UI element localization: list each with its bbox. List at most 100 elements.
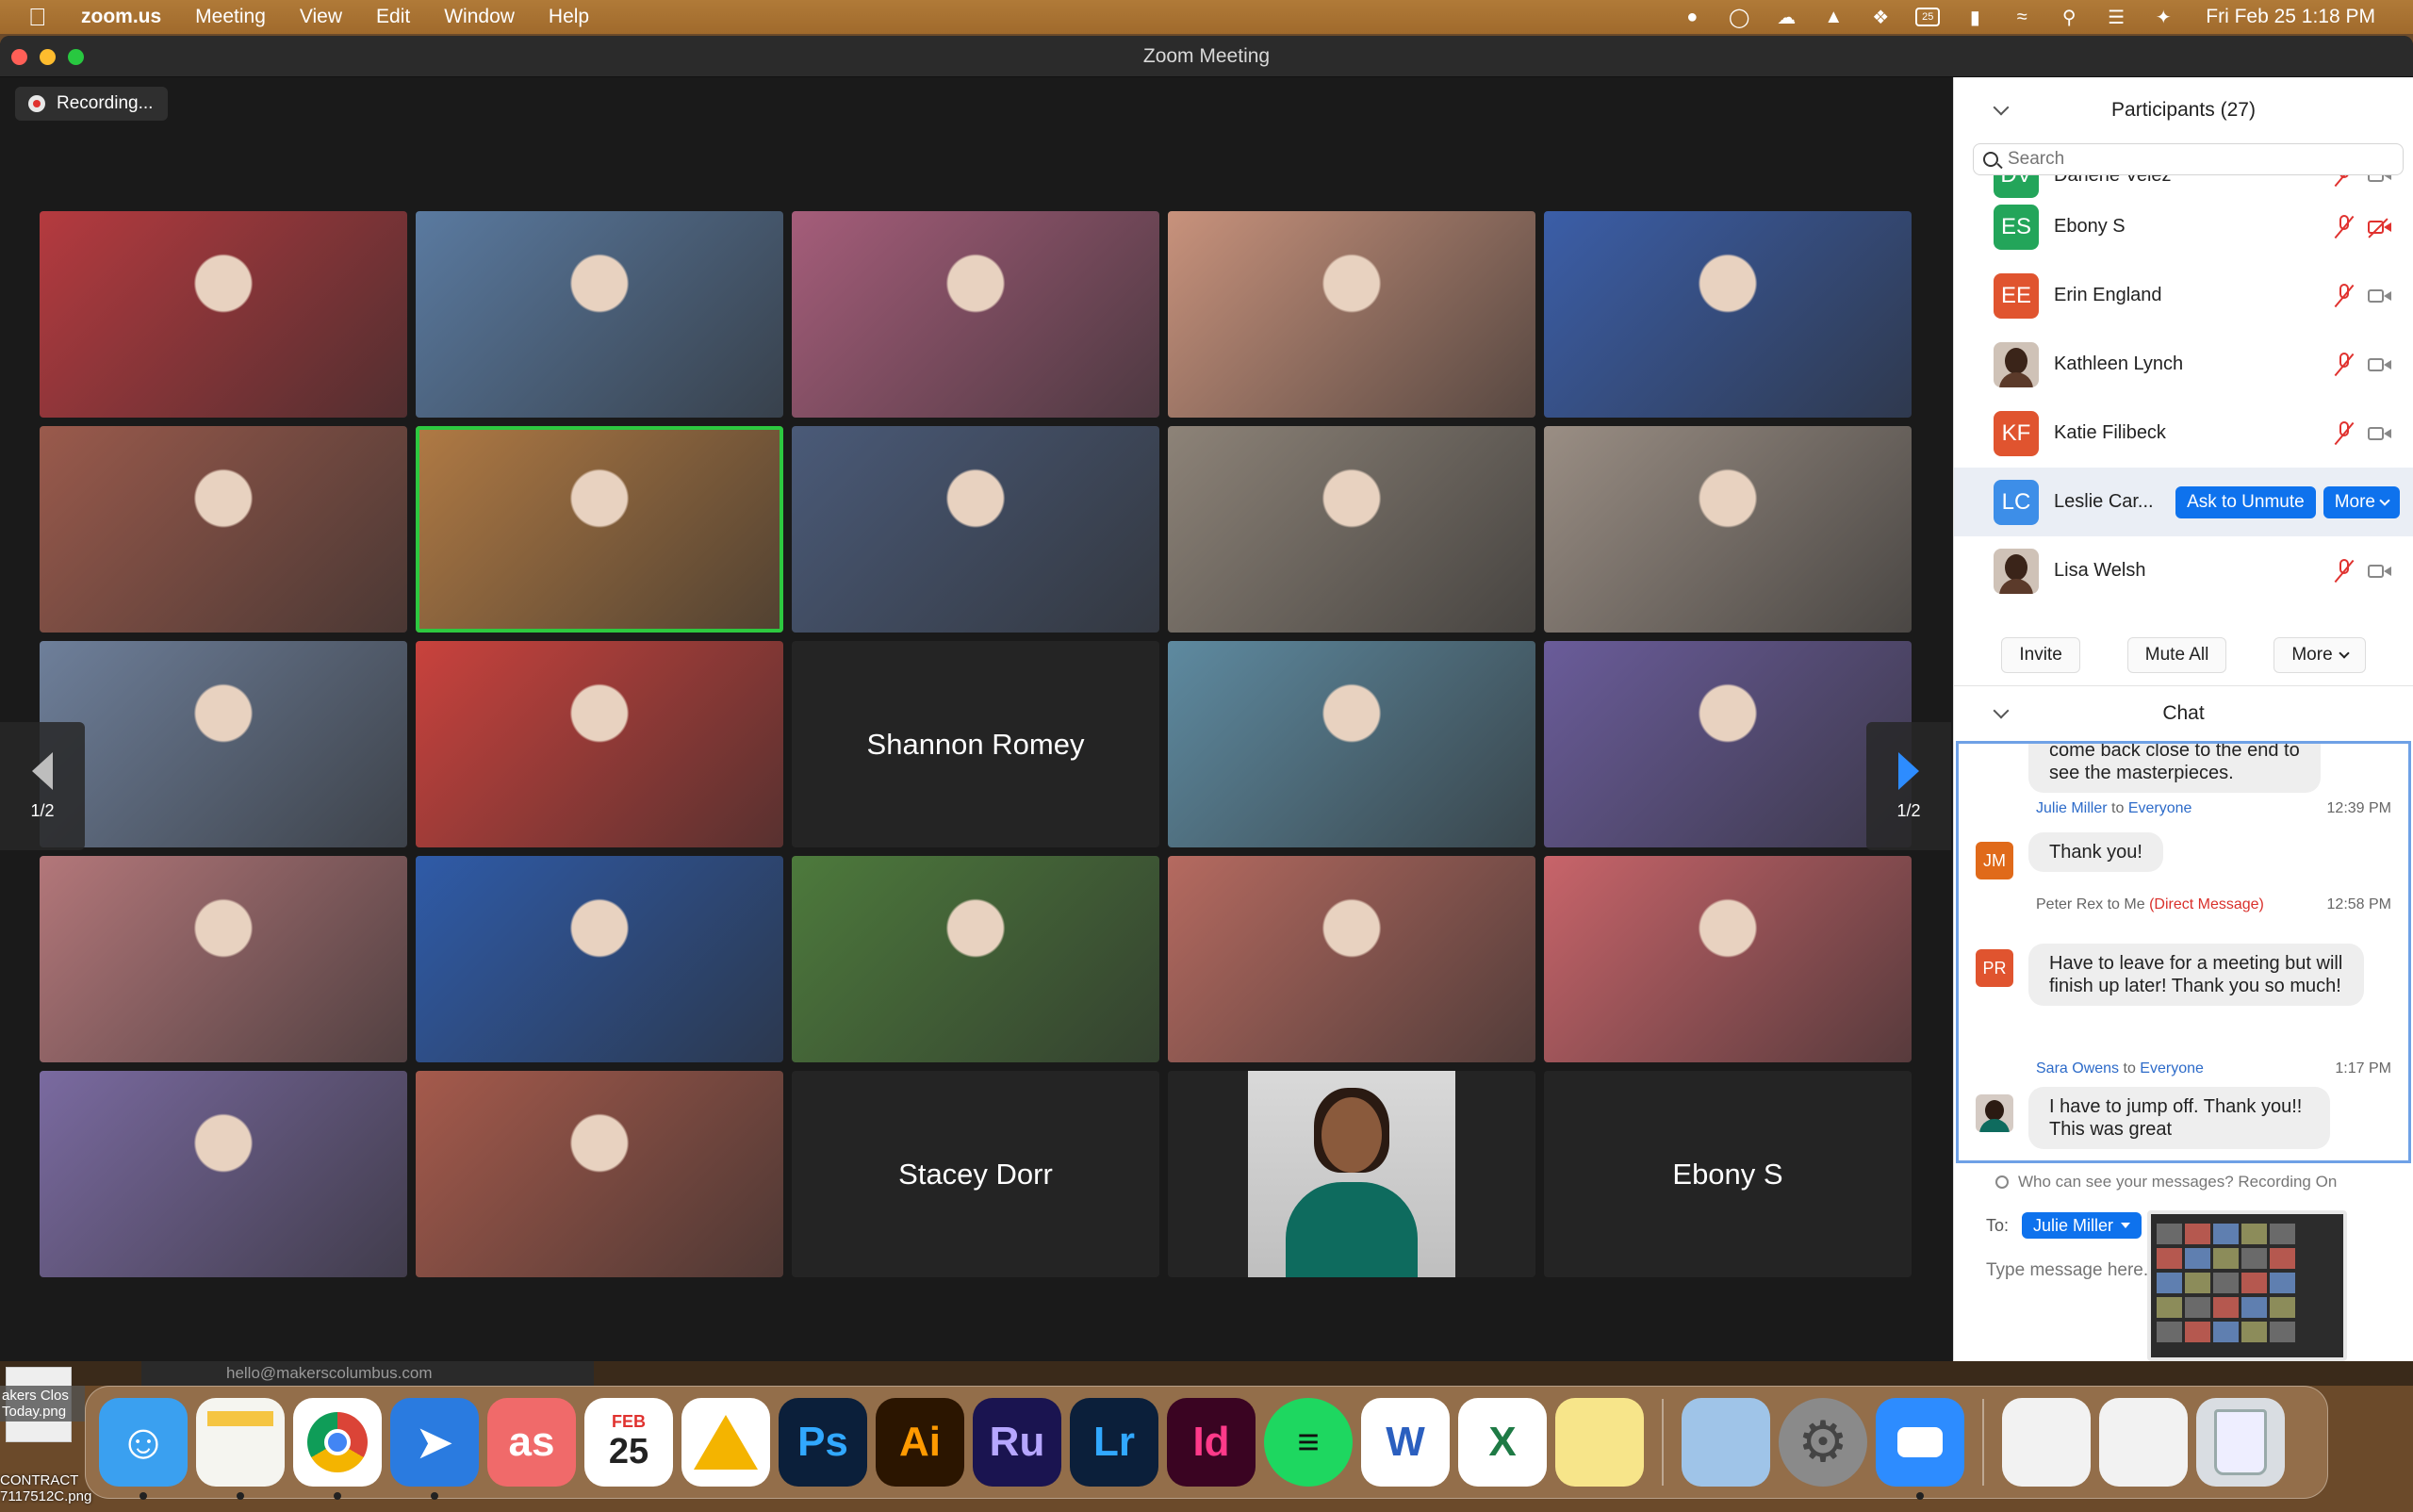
dock-illustrator-icon[interactable]: Ai [876,1398,964,1487]
dock-chrome-icon[interactable] [293,1398,382,1500]
video-tile-feed[interactable] [792,426,1159,633]
participant-more-button[interactable]: More [2323,485,2400,518]
video-tile-feed[interactable] [1168,641,1535,847]
video-tile-feed[interactable] [416,1071,783,1277]
calendar-status-icon[interactable]: 25 [1915,8,1941,26]
next-page-button[interactable]: 1/2 [1866,722,1951,850]
camera-icon[interactable] [2368,175,2392,184]
video-tile-feed[interactable] [416,856,783,1062]
camera-icon[interactable] [2368,425,2392,442]
dock-zoom-icon[interactable] [1876,1398,1964,1500]
menu-edit[interactable]: Edit [376,6,410,28]
mic-muted-icon[interactable] [2334,420,2355,446]
dock-testflight-icon[interactable]: ➤ [390,1398,479,1500]
video-tile-feed[interactable] [40,1071,407,1277]
video-tile[interactable]: Shannon Romey [792,641,1159,847]
menu-meeting[interactable]: Meeting [195,6,266,28]
participant-row[interactable]: KF Katie Filibeck [1954,399,2413,468]
video-tile-feed[interactable] [1544,641,1912,847]
invite-button[interactable]: Invite [2001,636,2080,673]
participant-row[interactable]: DVDarlene Velez [1954,175,2413,198]
dropbox-icon[interactable]: ❖ [1868,7,1893,28]
collapse-chat-chevron-icon[interactable] [1993,702,2010,719]
video-tile-feed[interactable] [1168,426,1535,633]
camera-icon[interactable] [2368,356,2392,373]
window-close-button[interactable] [11,49,27,65]
video-tile-feed[interactable] [40,856,407,1062]
recipient-dropdown[interactable]: Julie Miller [2022,1212,2142,1239]
dock-finder-icon[interactable]: ☺ [99,1398,188,1500]
chat-message-bubble[interactable]: Have to leave for a meeting but will fin… [2028,944,2364,1006]
participant-row[interactable]: EE Erin England [1954,261,2413,330]
recording-indicator[interactable]: Recording... [15,87,169,121]
dock-asana-icon[interactable]: as [487,1398,576,1487]
mic-muted-icon[interactable] [2334,175,2355,188]
dock-excel-icon[interactable]: X [1458,1398,1547,1487]
video-tile-feed[interactable] [1544,426,1912,633]
mic-muted-icon[interactable] [2334,283,2355,308]
drive-status-icon[interactable]: ▲ [1821,7,1846,27]
participant-search-input[interactable] [2008,149,2366,170]
dock-preview-icon[interactable] [1682,1398,1770,1487]
video-tile[interactable] [1168,1071,1535,1277]
video-tile-feed[interactable] [40,211,407,418]
mic-muted-icon[interactable] [2334,214,2355,239]
menu-clock[interactable]: Fri Feb 25 1:18 PM [2206,6,2375,28]
participant-row[interactable]: LC Leslie Car... Ask to Unmute More [1954,468,2413,536]
chat-message-bubble[interactable]: I have to jump off. Thank you!! This was… [2028,1087,2330,1149]
mute-all-button[interactable]: Mute All [2126,636,2227,673]
window-zoom-button[interactable] [68,49,84,65]
video-tile-feed[interactable] [1544,856,1912,1062]
dock-stickies-icon[interactable] [1555,1398,1644,1487]
collapse-participants-chevron-icon[interactable] [1993,99,2010,116]
chat-message-bubble[interactable]: Thank you! [2028,832,2163,872]
battery-icon[interactable]: ▮ [1962,7,1987,28]
previous-page-button[interactable]: 1/2 [0,722,85,850]
video-tile-feed[interactable] [416,426,783,633]
siri-icon[interactable]: ✦ [2151,7,2175,28]
menu-view[interactable]: View [300,6,342,28]
screen-share-thumbnail[interactable] [2147,1210,2347,1361]
participant-row[interactable]: ES Ebony S [1954,192,2413,261]
participant-row[interactable]: Kathleen Lynch [1954,330,2413,399]
menu-app[interactable]: zoom.us [81,6,161,28]
spotlight-search-icon[interactable]: ⚲ [2057,7,2081,28]
chat-messages[interactable]: come back close to the end to see the ma… [1956,741,2411,1163]
participant-row[interactable]: Lisa Welsh [1954,536,2413,605]
chat-recipient-name[interactable]: Everyone [2128,800,2192,816]
chat-recipient-name[interactable]: Everyone [2140,1060,2204,1076]
dock-indesign-icon[interactable]: Id [1167,1398,1256,1487]
wifi-icon[interactable]: ≈ [2010,7,2034,27]
dock-calendar-feb-icon[interactable]: FEB 25 [584,1398,673,1487]
video-tile-feed[interactable] [1168,856,1535,1062]
dock-lightroom-icon[interactable]: Lr [1070,1398,1158,1487]
chat-sender-name[interactable]: Sara Owens [2036,1060,2119,1076]
video-tile-feed[interactable] [1168,211,1535,418]
video-tile-feed[interactable] [1544,211,1912,418]
dock-photoshop-icon[interactable]: Ps [779,1398,867,1487]
dock-rush-icon[interactable]: Ru [973,1398,1061,1487]
video-tile-feed[interactable] [792,211,1159,418]
menu-window[interactable]: Window [444,6,515,28]
apple-menu-icon[interactable]:  [28,3,53,32]
dock-notes-icon[interactable] [196,1398,285,1500]
video-tile[interactable]: Stacey Dorr [792,1071,1159,1277]
desktop-file[interactable]: akers Clos Today.png CONTRACT 7117512C.p… [0,1367,91,1508]
zoom-status-icon[interactable]: ● [1680,7,1704,27]
dock-spotify-icon[interactable]: ≡ [1264,1398,1353,1487]
video-tile-feed[interactable] [40,426,407,633]
window-minimize-button[interactable] [40,49,56,65]
menu-help[interactable]: Help [549,6,589,28]
chat-sender-name[interactable]: Julie Miller [2036,800,2108,816]
dock-doc2-icon[interactable] [2099,1398,2188,1487]
video-tile-feed[interactable] [416,211,783,418]
cloud-sync-icon[interactable]: ☁ [1774,7,1798,28]
participant-search[interactable] [1973,143,2404,175]
camera-icon[interactable] [2368,288,2392,304]
ask-to-unmute-button[interactable]: Ask to Unmute [2175,485,2316,518]
dock-trash-icon[interactable] [2196,1398,2285,1487]
video-tile-feed[interactable] [792,856,1159,1062]
control-center-icon[interactable]: ☰ [2104,7,2128,28]
camera-icon[interactable] [2368,563,2392,580]
more-options-button[interactable]: More [2273,636,2366,673]
